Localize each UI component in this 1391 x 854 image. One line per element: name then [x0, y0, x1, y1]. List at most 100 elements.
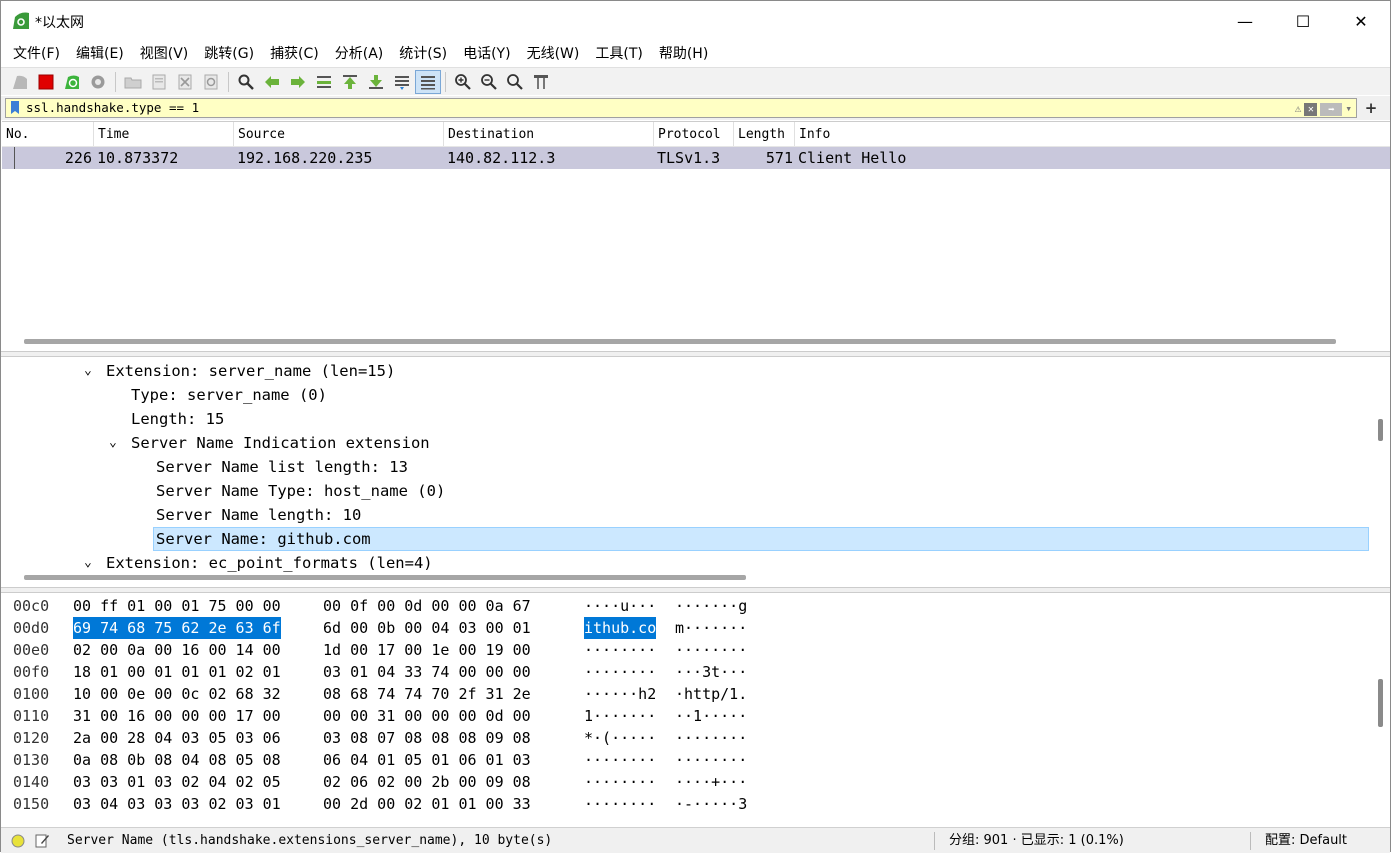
menu-file[interactable]: 文件(F)	[5, 41, 68, 67]
reload-icon[interactable]	[198, 70, 224, 94]
zoom-out-icon[interactable]	[476, 70, 502, 94]
menu-view[interactable]: 视图(V)	[132, 41, 197, 67]
close-file-icon[interactable]	[172, 70, 198, 94]
colorize-icon[interactable]	[415, 69, 441, 94]
hex-ascii[interactable]: ·http/1.	[675, 683, 747, 705]
pane-splitter[interactable]	[1, 351, 1390, 357]
hex-ascii[interactable]: ·-·····3	[675, 793, 747, 815]
zoom-normal-icon[interactable]	[502, 70, 528, 94]
chevron-down-icon[interactable]: ⌄	[109, 431, 117, 455]
hex-ascii[interactable]: *·(·····	[584, 727, 656, 749]
tree-item[interactable]: Extension: ec_point_formats (len=4)	[106, 551, 433, 575]
hex-ascii[interactable]: ········	[675, 727, 747, 749]
column-header-source[interactable]: Source	[234, 122, 444, 146]
tree-item[interactable]: Extension: server_name (len=15)	[106, 359, 395, 383]
display-filter-input[interactable]: ssl.handshake.type == 1 ⚠ ✕ ➡ ▾	[5, 98, 1357, 118]
minimize-button[interactable]: —	[1216, 1, 1274, 41]
close-button[interactable]: ✕	[1332, 1, 1390, 41]
last-packet-icon[interactable]	[363, 70, 389, 94]
hex-bytes-selected[interactable]: 69 74 68 75 62 2e 63 6f	[73, 617, 281, 639]
clear-filter-icon[interactable]: ✕	[1304, 102, 1318, 116]
column-header-destination[interactable]: Destination	[444, 122, 654, 146]
hex-bytes[interactable]: 31 00 16 00 00 00 17 00	[73, 705, 281, 727]
save-file-icon[interactable]	[146, 70, 172, 94]
hex-bytes[interactable]: 1d 00 17 00 1e 00 19 00	[323, 639, 531, 661]
open-folder-icon[interactable]	[120, 70, 146, 94]
packet-row[interactable]: 226 10.873372 192.168.220.235 140.82.112…	[2, 147, 1390, 169]
hex-ascii[interactable]: m·······	[675, 617, 747, 639]
tree-item[interactable]: Server Name length: 10	[156, 503, 361, 527]
comment-edit-icon[interactable]	[35, 833, 50, 848]
resize-columns-icon[interactable]	[528, 70, 554, 94]
hex-bytes[interactable]: 03 04 03 03 03 02 03 01	[73, 793, 281, 815]
bytes-vscrollbar[interactable]	[1378, 679, 1383, 727]
hex-ascii[interactable]: ········	[584, 661, 656, 683]
hex-ascii[interactable]: ····+···	[675, 771, 747, 793]
hex-ascii[interactable]: ········	[584, 639, 656, 661]
menu-statistics[interactable]: 统计(S)	[391, 41, 455, 67]
hex-ascii[interactable]: ···3t···	[675, 661, 747, 683]
restart-icon[interactable]	[59, 70, 85, 94]
hex-bytes[interactable]: 2a 00 28 04 03 05 03 06	[73, 727, 281, 749]
hex-ascii[interactable]: ······h2	[584, 683, 656, 705]
tree-item[interactable]: Length: 15	[131, 407, 224, 431]
tree-item[interactable]: Server Name list length: 13	[156, 455, 408, 479]
column-header-length[interactable]: Length	[734, 122, 795, 146]
menu-tools[interactable]: 工具(T)	[587, 41, 650, 67]
hex-ascii[interactable]: 1·······	[584, 705, 656, 727]
details-vscrollbar[interactable]	[1378, 419, 1383, 441]
maximize-button[interactable]: ☐	[1274, 1, 1332, 41]
tree-item-selected[interactable]: Server Name: github.com	[156, 527, 371, 551]
add-filter-button-icon[interactable]: +	[1361, 98, 1381, 118]
autoscroll-icon[interactable]	[389, 70, 415, 94]
forward-arrow-icon[interactable]	[285, 70, 311, 94]
shark-fin-icon[interactable]	[7, 70, 33, 94]
hex-bytes[interactable]: 03 03 01 03 02 04 02 05	[73, 771, 281, 793]
hex-bytes[interactable]: 00 0f 00 0d 00 00 0a 67	[323, 595, 531, 617]
hex-bytes[interactable]: 10 00 0e 00 0c 02 68 32	[73, 683, 281, 705]
menu-telephony[interactable]: 电话(Y)	[455, 41, 518, 67]
menu-help[interactable]: 帮助(H)	[651, 41, 716, 67]
chevron-down-icon[interactable]: ⌄	[84, 359, 92, 383]
hex-bytes[interactable]: 02 06 02 00 2b 00 09 08	[323, 771, 531, 793]
hex-bytes[interactable]: 6d 00 0b 00 04 03 00 01	[323, 617, 531, 639]
filter-dropdown-icon[interactable]: ▾	[1345, 100, 1352, 118]
goto-packet-icon[interactable]	[311, 70, 337, 94]
tree-item[interactable]: Type: server_name (0)	[131, 383, 327, 407]
hex-ascii[interactable]: ····u···	[584, 595, 656, 617]
hex-bytes[interactable]: 18 01 00 01 01 01 02 01	[73, 661, 281, 683]
menu-analyze[interactable]: 分析(A)	[327, 41, 392, 67]
profile-status[interactable]: 配置: Default	[1265, 828, 1347, 854]
column-header-time[interactable]: Time	[94, 122, 234, 146]
hex-bytes[interactable]: 06 04 01 05 01 06 01 03	[323, 749, 531, 771]
column-header-info[interactable]: Info	[795, 122, 1389, 146]
back-arrow-icon[interactable]	[259, 70, 285, 94]
first-packet-icon[interactable]	[337, 70, 363, 94]
hex-bytes[interactable]: 03 08 07 08 08 08 09 08	[323, 727, 531, 749]
hex-ascii[interactable]: ········	[584, 749, 656, 771]
hex-ascii[interactable]: ········	[584, 793, 656, 815]
zoom-in-icon[interactable]	[450, 70, 476, 94]
hex-ascii[interactable]: ········	[584, 771, 656, 793]
apply-filter-icon[interactable]: ➡	[1320, 102, 1343, 116]
options-gear-icon[interactable]	[85, 70, 111, 94]
hex-ascii[interactable]: ········	[675, 749, 747, 771]
hex-bytes[interactable]: 0a 08 0b 08 04 08 05 08	[73, 749, 281, 771]
hex-bytes[interactable]: 02 00 0a 00 16 00 14 00	[73, 639, 281, 661]
packet-list-hscrollbar[interactable]	[24, 339, 1336, 344]
tree-item[interactable]: Server Name Indication extension	[131, 431, 430, 455]
hex-ascii[interactable]: ········	[675, 639, 747, 661]
hex-bytes[interactable]: 00 ff 01 00 01 75 00 00	[73, 595, 281, 617]
hex-ascii[interactable]: ··1·····	[675, 705, 747, 727]
menu-edit[interactable]: 编辑(E)	[68, 41, 132, 67]
hex-ascii[interactable]: ·······g	[675, 595, 747, 617]
menu-wireless[interactable]: 无线(W)	[519, 41, 588, 67]
pane-splitter[interactable]	[1, 587, 1390, 593]
column-header-protocol[interactable]: Protocol	[654, 122, 734, 146]
menu-go[interactable]: 跳转(G)	[196, 41, 262, 67]
find-icon[interactable]	[233, 70, 259, 94]
hex-bytes[interactable]: 00 00 31 00 00 00 0d 00	[323, 705, 531, 727]
hex-bytes[interactable]: 08 68 74 74 70 2f 31 2e	[323, 683, 531, 705]
chevron-down-icon[interactable]: ⌄	[84, 551, 92, 575]
tree-item[interactable]: Server Name Type: host_name (0)	[156, 479, 445, 503]
